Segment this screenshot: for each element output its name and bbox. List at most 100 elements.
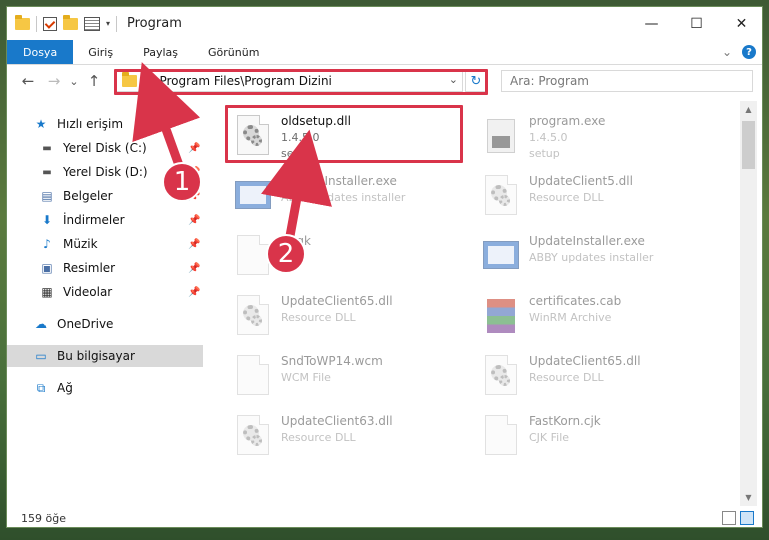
sidebar-item-downloads[interactable]: ⬇ İndirmeler 📌 xyxy=(7,209,203,231)
file-icon xyxy=(481,413,521,461)
minimize-button[interactable]: — xyxy=(629,7,674,40)
sidebar-item-local-disk-c[interactable]: ▬ Yerel Disk (C:) 📌 xyxy=(7,137,203,159)
title-bar: ▾ Program — ☐ ✕ xyxy=(7,7,762,40)
file-name: UpdateClient65.dll xyxy=(281,294,393,308)
pin-icon[interactable]: 📌 xyxy=(188,215,200,226)
properties-check-icon[interactable] xyxy=(43,16,57,31)
file-description: CJK File xyxy=(529,431,570,444)
file-description: Resource DLL xyxy=(529,371,604,384)
sidebar-item-label: İndirmeler xyxy=(63,213,125,227)
file-name: UpdateInstaller.exe xyxy=(529,234,645,248)
network-icon: ⧉ xyxy=(36,380,46,395)
file-tile[interactable]: UpdateClient63.dll Resource DLL xyxy=(229,409,469,467)
customize-toolbar-icon[interactable] xyxy=(84,16,100,31)
cloud-icon: ☁ xyxy=(35,317,47,331)
pin-icon[interactable]: 📌 xyxy=(188,263,200,274)
explorer-window: ▾ Program — ☐ ✕ Dosya Giriş Paylaş Görün… xyxy=(6,6,763,528)
sidebar-item-label: Müzik xyxy=(63,237,98,251)
file-description: Resource DLL xyxy=(281,311,356,324)
file-tile-program-exe[interactable]: program.exe 1.4.5.0 setup xyxy=(477,109,717,167)
scrollbar-thumb[interactable] xyxy=(742,121,755,169)
installer-icon xyxy=(233,173,273,221)
sidebar-item-this-pc[interactable]: ▭ Bu bilgisayar xyxy=(7,345,203,367)
sidebar-item-label: Yerel Disk (C:) xyxy=(63,141,147,155)
maximize-button[interactable]: ☐ xyxy=(674,7,719,40)
callout-badge-1: 1 xyxy=(162,162,202,202)
scroll-down-icon[interactable]: ▼ xyxy=(740,489,757,506)
file-tile[interactable]: FastKorn.cjk CJK File xyxy=(477,409,717,467)
file-tile[interactable]: SndToWP14.wcm WCM File xyxy=(229,349,469,407)
pin-icon[interactable]: 📌 xyxy=(188,239,200,250)
forward-button[interactable]: → xyxy=(41,72,67,90)
file-name: FastKorn.cjk xyxy=(529,414,601,428)
file-description: WinRM Archive xyxy=(529,311,612,324)
sidebar-item-label: Resimler xyxy=(63,261,116,275)
sidebar-item-label: Yerel Disk (D:) xyxy=(63,165,148,179)
tab-share[interactable]: Paylaş xyxy=(128,40,193,64)
dll-icon xyxy=(233,293,273,341)
ribbon-tabs: Dosya Giriş Paylaş Görünüm ⌄ ? xyxy=(7,40,762,65)
quick-access-toolbar: ▾ xyxy=(15,14,118,32)
installer-icon xyxy=(481,233,521,281)
details-view-icon[interactable] xyxy=(722,511,736,525)
sidebar-item-network[interactable]: ⧉ Ağ xyxy=(7,377,203,399)
search-input[interactable]: Ara: Program xyxy=(501,70,753,92)
pin-icon[interactable]: 📌 xyxy=(188,287,200,298)
file-name: certificates.cab xyxy=(529,294,622,308)
music-icon: ♪ xyxy=(43,237,51,251)
archive-icon xyxy=(481,293,521,341)
tab-view[interactable]: Görünüm xyxy=(193,40,274,64)
tiles-view-icon[interactable] xyxy=(740,511,754,525)
documents-icon: ▤ xyxy=(41,189,53,203)
file-tile[interactable]: certificates.cab WinRM Archive xyxy=(477,289,717,347)
sidebar-item-label: OneDrive xyxy=(57,317,114,331)
expand-ribbon-icon[interactable]: ⌄ xyxy=(722,45,732,59)
file-description: setup xyxy=(529,147,560,160)
back-button[interactable]: ← xyxy=(15,72,41,90)
vertical-scrollbar[interactable]: ▲ ▼ xyxy=(740,101,757,506)
tab-file[interactable]: Dosya xyxy=(7,40,74,64)
recent-locations-button[interactable]: ⌄ xyxy=(67,75,81,88)
scroll-up-icon[interactable]: ▲ xyxy=(740,101,757,118)
sidebar-item-videos[interactable]: ▦ Videolar 📌 xyxy=(7,281,203,303)
tab-home[interactable]: Giriş xyxy=(73,40,128,64)
up-button[interactable]: ↑ xyxy=(81,72,107,90)
sidebar-item-onedrive[interactable]: ☁ OneDrive xyxy=(7,313,203,335)
new-folder-icon[interactable] xyxy=(63,14,78,30)
file-description: ABBY updates installer xyxy=(529,251,654,264)
videos-icon: ▦ xyxy=(41,285,53,299)
sidebar-item-pictures[interactable]: ▣ Resimler 📌 xyxy=(7,257,203,279)
close-button[interactable]: ✕ xyxy=(719,7,762,40)
pin-icon[interactable]: 📌 xyxy=(188,143,200,154)
pictures-icon: ▣ xyxy=(41,261,53,275)
sidebar-item-quick-access[interactable]: ★ Hızlı erişim xyxy=(7,113,203,135)
address-highlight-box xyxy=(114,69,488,95)
exe-icon xyxy=(481,113,521,161)
file-name: UpdateClient63.dll xyxy=(281,414,393,428)
chevron-down-icon[interactable]: ▾ xyxy=(106,19,110,28)
file-tile[interactable]: UpdateClient5.dll Resource DLL xyxy=(477,169,717,227)
file-tile[interactable]: UpdateClient65.dll Resource DLL xyxy=(229,289,469,347)
file-tile[interactable]: Ucgk Kilit xyxy=(229,229,469,287)
dll-icon xyxy=(481,353,521,401)
file-name: UpdateInstaller.exe xyxy=(281,174,397,188)
callout-badge-2: 2 xyxy=(266,234,306,274)
status-bar: 159 öğe xyxy=(7,507,762,527)
folder-icon xyxy=(15,14,30,30)
sidebar-item-label: Belgeler xyxy=(63,189,113,203)
navigation-pane: ★ Hızlı erişim ▬ Yerel Disk (C:) 📌 ▬ Yer… xyxy=(7,101,203,506)
file-tile[interactable]: UpdateInstaller.exe ABBY updates install… xyxy=(229,169,469,227)
drive-icon: ▬ xyxy=(42,166,52,178)
sidebar-item-label: Bu bilgisayar xyxy=(57,349,135,363)
file-tile[interactable]: UpdateInstaller.exe ABBY updates install… xyxy=(477,229,717,287)
window-title: Program xyxy=(127,16,182,31)
file-name: UpdateClient65.dll xyxy=(529,354,641,368)
sidebar-item-music[interactable]: ♪ Müzik 📌 xyxy=(7,233,203,255)
drive-icon: ▬ xyxy=(42,142,52,154)
file-description: ABBY updates installer xyxy=(281,191,406,204)
help-icon[interactable]: ? xyxy=(742,45,756,59)
file-tile[interactable]: UpdateClient65.dll Resource DLL xyxy=(477,349,717,407)
toolbar-divider xyxy=(116,15,118,32)
sidebar-item-label: Ağ xyxy=(57,381,73,395)
sidebar-item-label: Videolar xyxy=(63,285,113,299)
